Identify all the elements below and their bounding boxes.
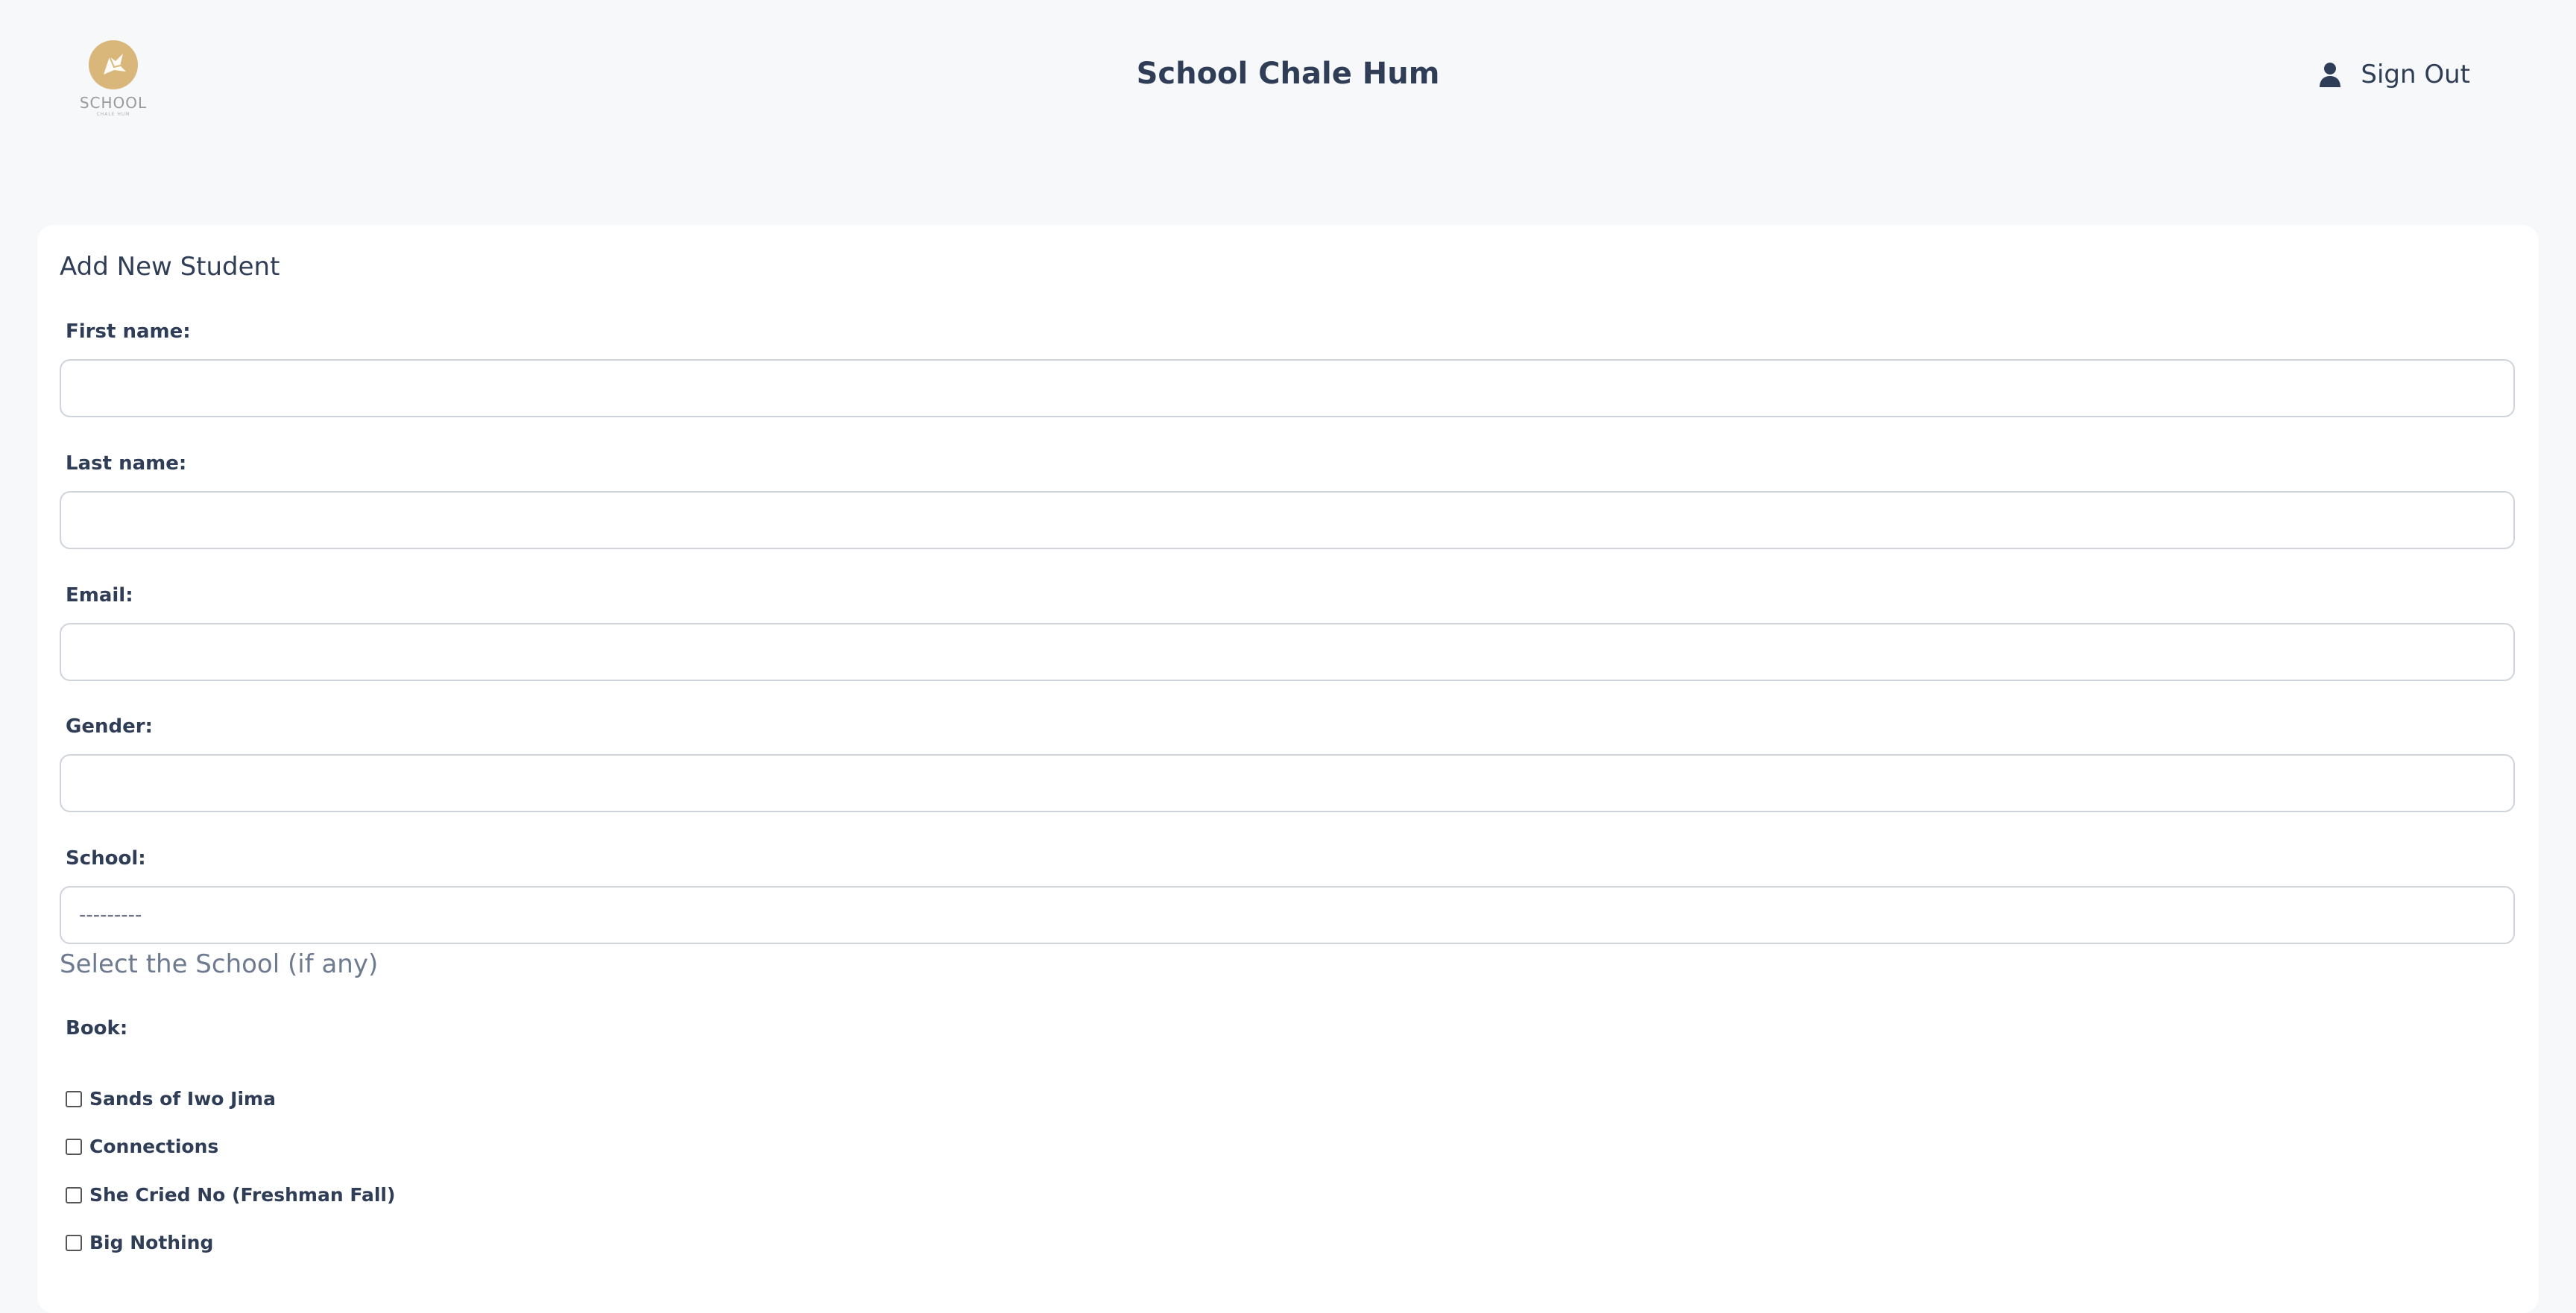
email-label: Email:: [66, 584, 133, 607]
school-select-value: ---------: [79, 904, 142, 926]
book-checkbox[interactable]: [66, 1186, 82, 1203]
sign-out-label: Sign Out: [2361, 60, 2470, 89]
last-name-label: Last name:: [66, 452, 187, 475]
card-title: Add New Student: [60, 252, 280, 282]
app-title: School Chale Hum: [1136, 57, 1440, 91]
sign-out-button[interactable]: Sign Out: [2319, 60, 2470, 89]
header: SCHOOL CHALE HUM School Chale Hum Sign O…: [0, 0, 2576, 156]
book-option[interactable]: Sands of Iwo Jima: [66, 1088, 276, 1110]
email-input[interactable]: [60, 623, 2515, 681]
logo-text: SCHOOL: [79, 94, 148, 112]
book-checkbox[interactable]: [66, 1234, 82, 1251]
gender-input[interactable]: [60, 754, 2515, 812]
book-option-label: Big Nothing: [89, 1232, 214, 1253]
school-help-text: Select the School (if any): [60, 949, 379, 979]
book-option[interactable]: Big Nothing: [66, 1232, 213, 1253]
book-option-label: Sands of Iwo Jima: [89, 1088, 276, 1110]
school-label: School:: [66, 847, 146, 870]
book-option[interactable]: Connections: [66, 1136, 218, 1157]
book-option-label: She Cried No (Freshman Fall): [89, 1184, 396, 1206]
book-label: Book:: [66, 1017, 128, 1040]
gender-label: Gender:: [66, 715, 153, 738]
user-icon: [2320, 63, 2341, 87]
book-checkbox[interactable]: [66, 1138, 82, 1155]
book-option[interactable]: She Cried No (Freshman Fall): [66, 1184, 395, 1206]
first-name-input[interactable]: [60, 359, 2515, 417]
school-select[interactable]: ---------: [60, 886, 2515, 944]
book-option-label: Connections: [89, 1136, 219, 1157]
book-checkbox[interactable]: [66, 1090, 82, 1107]
add-student-card: Add New Student First name: Last name: E…: [37, 225, 2539, 1313]
last-name-input[interactable]: [60, 491, 2515, 549]
logo-subtext: CHALE HUM: [96, 112, 130, 117]
first-name-label: First name:: [66, 320, 191, 343]
